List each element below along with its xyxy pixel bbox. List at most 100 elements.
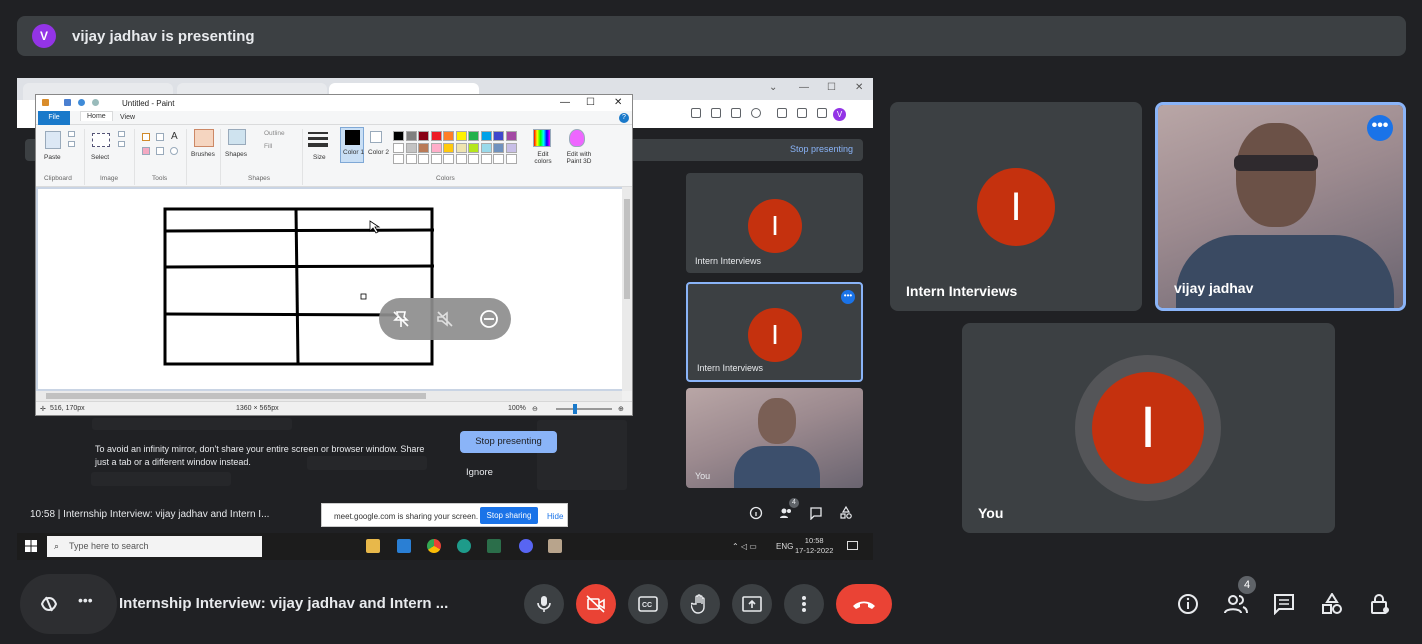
restore-icon[interactable]: — [799,82,809,93]
palette-swatch[interactable] [468,142,479,153]
palette-swatch[interactable] [393,131,404,141]
remove-icon[interactable] [479,309,499,329]
mini-tile-you[interactable]: You [686,388,863,488]
select-icon[interactable] [92,133,110,147]
palette-swatch[interactable] [493,154,504,164]
more-options-button[interactable] [784,584,824,624]
resize-icon[interactable] [118,141,125,147]
present-button[interactable] [732,584,772,624]
minimize-icon[interactable]: — [560,97,570,108]
ignore-button[interactable]: Ignore [466,467,493,478]
stop-presenting-button[interactable]: Stop presenting [460,431,557,453]
brushes-icon[interactable] [194,129,214,147]
open-external-icon[interactable] [711,108,721,118]
vertical-scrollbar[interactable] [622,187,632,391]
zoom-slider-knob[interactable] [573,404,577,414]
hide-button[interactable]: Hide [547,512,563,521]
crop-icon[interactable] [118,131,125,137]
presenting-icon[interactable] [38,593,60,615]
notification-icon[interactable] [847,541,858,550]
maximize-icon[interactable]: ☐ [827,82,836,93]
undo-icon[interactable] [78,99,85,106]
color-picker-icon[interactable] [156,147,164,155]
stop-presenting-link[interactable]: Stop presenting [790,144,853,154]
activities-icon[interactable] [839,506,853,520]
palette-swatch[interactable] [393,154,404,164]
palette-swatch[interactable] [480,142,492,153]
size-icon[interactable] [308,132,328,134]
language-indicator[interactable]: ENG [776,542,793,551]
text-icon[interactable]: A [171,131,178,142]
outline-label[interactable]: Outline [264,130,285,137]
fill-label[interactable]: Fill [264,143,272,150]
redo-icon[interactable] [92,99,99,106]
extension-icon[interactable] [777,108,787,118]
mini-tile-intern[interactable]: I Intern Interviews [686,173,863,273]
more-icon[interactable]: ••• [78,592,93,608]
tile-intern-interviews[interactable]: I Intern Interviews [890,102,1142,311]
save-icon[interactable] [64,99,71,106]
tile-you[interactable]: I You [962,323,1335,533]
palette-swatch[interactable] [493,131,504,141]
share-icon[interactable] [731,108,741,118]
mini-tile-intern-active[interactable]: I Intern Interviews ••• [686,282,863,382]
palette-swatch[interactable] [405,154,417,164]
chat-icon[interactable] [809,506,823,520]
profile-avatar[interactable]: V [833,108,846,121]
star-icon[interactable] [751,108,761,118]
zoom-in-icon[interactable]: ⊕ [618,405,624,413]
eraser-icon[interactable] [142,147,150,155]
raise-hand-button[interactable] [680,584,720,624]
zoom-out-icon[interactable]: ⊖ [532,405,538,413]
palette-swatch[interactable] [480,154,492,164]
palette-swatch[interactable] [443,142,454,153]
camera-off-button[interactable] [576,584,616,624]
file-explorer-icon[interactable] [366,539,380,553]
palette-swatch[interactable] [418,131,429,141]
palette-swatch[interactable] [405,131,417,141]
end-call-button[interactable] [836,584,892,624]
palette-swatch[interactable] [455,131,467,141]
minimize-icon[interactable]: ⌄ [769,82,777,93]
cut-icon[interactable] [68,131,75,137]
zoom-slider[interactable] [556,408,612,410]
palette-swatch[interactable] [468,131,479,141]
palette-swatch[interactable] [393,142,404,153]
edit-colors-icon[interactable] [533,129,551,147]
taskbar-search[interactable]: ⌕ Type here to search [47,536,262,557]
chat-button[interactable] [1272,592,1296,616]
taskbar-clock[interactable]: 10:58 17-12-2022 [795,536,833,556]
palette-swatch[interactable] [443,131,454,141]
palette-swatch[interactable] [443,154,454,164]
color2-swatch[interactable] [370,131,382,143]
palette-swatch[interactable] [480,131,492,141]
help-icon[interactable]: ? [619,113,629,123]
magnifier-icon[interactable] [170,147,178,155]
paste-icon[interactable] [45,131,61,149]
people-button[interactable] [1224,592,1248,616]
palette-swatch[interactable] [493,142,504,153]
copy-icon[interactable] [68,141,75,147]
edge-icon[interactable] [457,539,471,553]
palette-swatch[interactable] [505,131,517,141]
vscode-icon[interactable] [397,539,411,553]
tray-icons[interactable]: ⌃ ◁ ▭ [732,542,757,551]
palette-swatch[interactable] [455,142,467,153]
pencil-icon[interactable] [142,133,150,141]
paint3d-icon[interactable] [569,129,585,147]
host-controls-button[interactable] [1368,592,1392,616]
camera-icon[interactable] [691,108,701,118]
palette-swatch[interactable] [455,154,467,164]
close-icon[interactable]: ✕ [614,97,622,108]
palette-swatch[interactable] [430,142,442,153]
more-options-icon[interactable]: ••• [1367,115,1393,141]
pin-off-icon[interactable] [391,309,411,329]
mute-icon[interactable] [435,309,455,329]
people-icon[interactable] [779,506,793,520]
captions-button[interactable]: CC [628,584,668,624]
chrome-icon[interactable] [427,539,441,553]
palette-swatch[interactable] [430,154,442,164]
fill-icon[interactable] [156,133,164,141]
palette-swatch[interactable] [405,142,417,153]
sidebar-icon[interactable] [817,108,827,118]
